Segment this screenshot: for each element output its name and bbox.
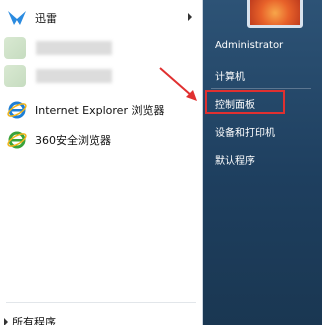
places-pane: Administrator 计算机 控制面板 设备和打印机 默认程序 [203, 0, 322, 325]
divider [6, 302, 196, 303]
program-label: 360安全浏览器 [35, 134, 111, 147]
blurred-icon [4, 65, 26, 87]
all-programs-arrow-icon [4, 318, 8, 325]
blurred-label [36, 69, 112, 83]
blurred-program-item[interactable] [4, 62, 112, 90]
blurred-icon [4, 37, 26, 59]
program-label: Internet Explorer 浏览器 [35, 104, 165, 117]
submenu-arrow-icon [188, 13, 192, 21]
user-avatar[interactable] [247, 0, 303, 28]
blurred-label [36, 41, 112, 55]
default-programs-link[interactable]: 默认程序 [215, 152, 255, 167]
computer-link[interactable]: 计算机 [215, 68, 245, 83]
highlight-box [205, 90, 285, 114]
all-programs-button[interactable]: 所有程序 [12, 314, 56, 325]
program-item-xunlei[interactable]: 迅雷 [4, 4, 200, 32]
360-browser-icon [4, 127, 30, 153]
start-menu: 迅雷 Internet Explorer 浏览器 360安全浏览器 所有程序 A… [0, 0, 322, 325]
program-label: 迅雷 [35, 12, 57, 25]
user-name-link[interactable]: Administrator [215, 40, 283, 51]
xunlei-icon [4, 5, 30, 31]
blurred-program-item[interactable] [4, 34, 112, 62]
internet-explorer-icon [4, 97, 30, 123]
programs-pane: 迅雷 Internet Explorer 浏览器 360安全浏览器 所有程序 [0, 0, 203, 325]
program-item-ie[interactable]: Internet Explorer 浏览器 [4, 96, 200, 124]
divider [211, 88, 311, 89]
devices-printers-link[interactable]: 设备和打印机 [215, 124, 275, 139]
program-item-360[interactable]: 360安全浏览器 [4, 126, 200, 154]
